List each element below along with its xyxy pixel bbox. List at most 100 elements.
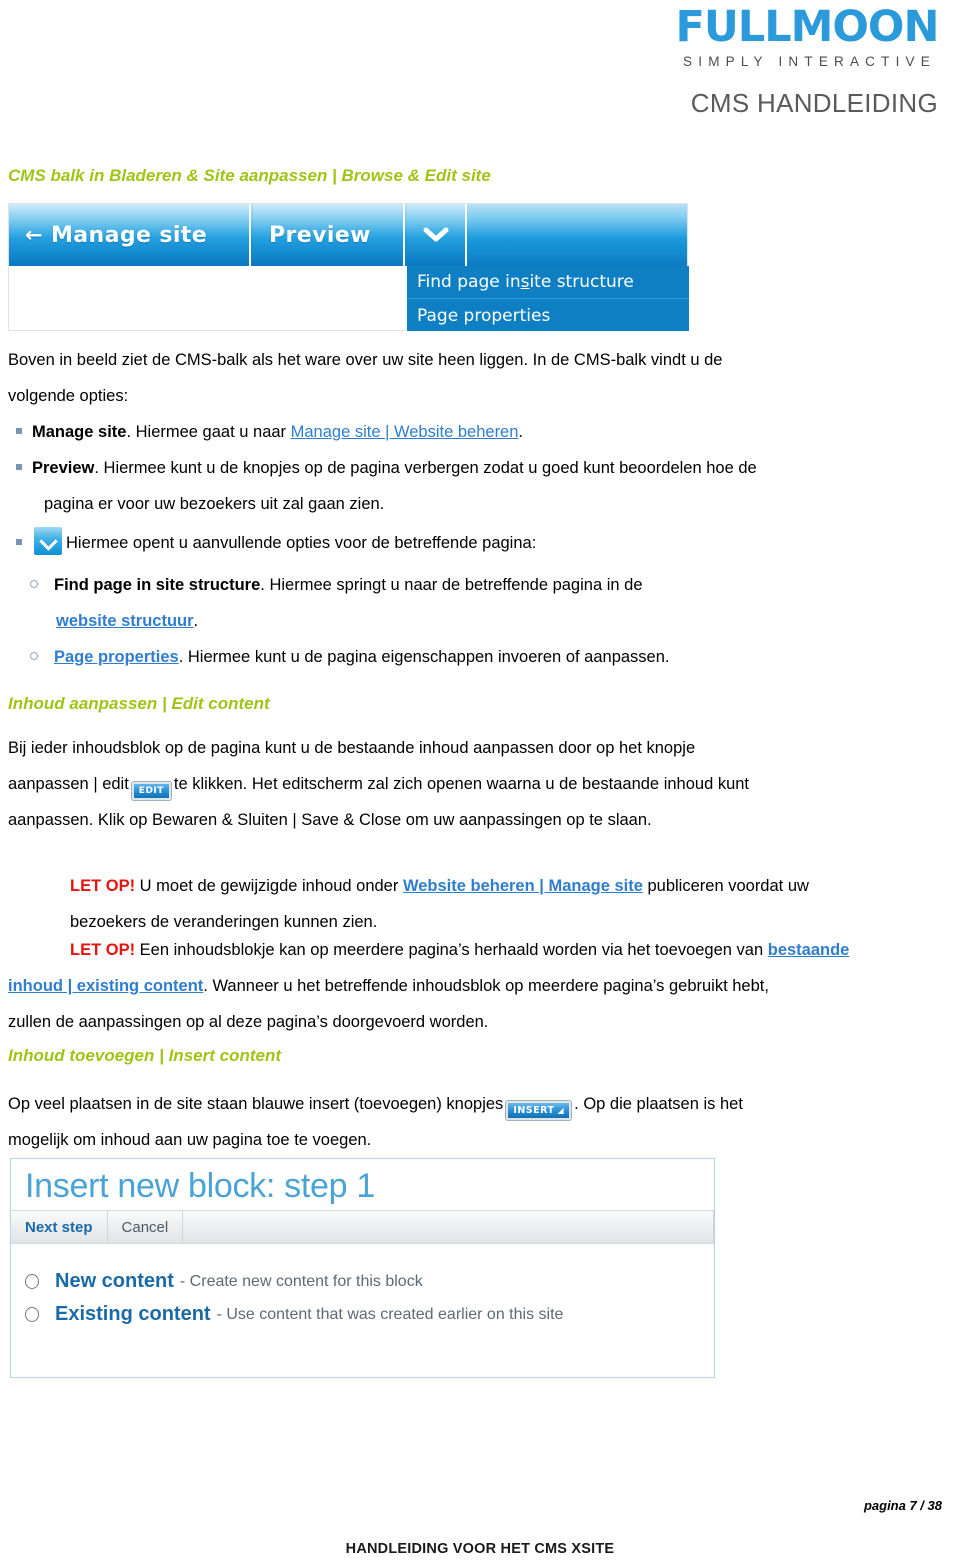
edit-content-line-3: aanpassen. Klik op Bewaren & Sluiten | S… [8,811,652,829]
option-existing-content[interactable]: Existing content - Use content that was … [25,1303,714,1326]
toolbar-filler [183,1211,714,1243]
note-label-let-op: LET OP! [70,877,136,895]
chevron-bullet-text: Hiermee opent u aanvullende opties voor … [66,534,537,552]
cms-toolbar-screenshot: ← Manage site Preview Find page in s ite … [8,203,689,331]
list-item-preview: Preview. Hiermee kunt u de knopjes op de… [8,450,938,522]
insert-button-icon[interactable]: INSERT ◢ [506,1101,572,1120]
note-existing-line-2: inhoud | existing content. Wanneer u het… [8,968,950,1004]
insert-content-paragraph: Op veel plaatsen in de site staan blauwe… [8,1086,938,1158]
note-publish-a: U moet de gewijzigde inhoud onder [135,877,403,895]
note-existing-b: . Wanneer u het betreffende inhoudsblok … [203,977,769,995]
insert-content-line-1: Op veel plaatsen in de site staan blauwe… [8,1086,938,1122]
insert-content-line-1-pre: Op veel plaatsen in de site staan blauwe… [8,1095,504,1113]
edit-content-line-1: Bij ieder inhoudsblok op de pagina kunt … [8,739,696,757]
edit-content-line-2-pre: aanpassen | edit [8,775,129,793]
circle-bullet-icon [30,580,38,588]
bullet-manage-site-tail: . [518,423,524,441]
note-publish-b: publiceren voordat uw [642,877,809,895]
intro-paragraph: Boven in beeld ziet de CMS-balk als het … [8,342,938,414]
note-publish: LET OP! U moet de gewijzigde inhoud onde… [70,868,950,940]
link-website-structuur[interactable]: website structuur [56,612,194,630]
sub-find-page-continuation: website structuur. [54,603,938,639]
back-arrow-icon: ← [25,222,43,247]
manage-site-label: Manage site [51,222,208,248]
note-label-let-op: LET OP! [70,941,136,959]
fullmoon-logo: FULLMOON SIMPLY INTERACTIVE [662,2,952,70]
link-bestaande-inhoud-part2[interactable]: inhoud | existing content [8,977,203,995]
intro-line-1: Boven in beeld ziet de CMS-balk als het … [8,351,723,369]
cms-page-area [9,266,405,330]
bullet-preview-mid: . Hiermee kunt u de knopjes op de pagina… [94,459,757,477]
insert-options-group: New content - Create new content for thi… [11,1244,714,1326]
menu-item-find-page-post: ite structure [529,272,634,292]
toolbar-chevron-down-button[interactable] [407,204,467,266]
option-new-content-label: New content [55,1270,174,1292]
bullet-preview-strong: Preview [32,459,95,477]
preview-button[interactable]: Preview [253,204,405,266]
option-new-content-desc: - Create new content for this block [179,1272,423,1290]
option-new-content[interactable]: New content - Create new content for thi… [25,1270,714,1293]
insert-new-block-screenshot: Insert new block: step 1 Next step Cance… [10,1158,715,1378]
menu-item-page-properties-label: Page properties [417,305,551,326]
sub-find-page-tail: . [193,612,199,630]
page-header: FULLMOON SIMPLY INTERACTIVE CMS HANDLEID… [0,0,960,140]
note-publish-line-1: LET OP! U moet de gewijzigde inhoud onde… [70,868,950,904]
cancel-button[interactable]: Cancel [108,1211,184,1243]
list-item-chevron-options: Hiermee opent u aanvullende opties voor … [8,525,938,561]
sub-page-properties-mid: . Hiermee kunt u de pagina eigenschappen… [178,648,670,666]
page-number: pagina 7 / 38 [863,1498,942,1513]
section-heading-cms-balk: CMS balk in Bladeren & Site aanpassen | … [8,166,491,185]
menu-item-find-page-accesskey: s [520,272,530,292]
section-heading-inhoud-toevoegen: Inhoud toevoegen | Insert content [8,1046,281,1065]
note-existing-line-1: LET OP! Een inhoudsblokje kan op meerder… [70,932,950,968]
bullet-manage-site-mid: . Hiermee gaat u naar [126,423,291,441]
bullet-manage-site-strong: Manage site [32,423,127,441]
link-website-beheren-manage-site[interactable]: Website beheren | Manage site [403,877,643,895]
cms-dropdown-menu: Find page in s ite structure Page propert… [407,266,689,331]
insert-arrow-icon: ◢ [557,1106,565,1115]
edit-content-paragraph: Bij ieder inhoudsblok op de pagina kunt … [8,730,938,838]
insert-dialog-title: Insert new block: step 1 [25,1167,375,1205]
sub-find-page-strong: Find page in site structure [54,576,261,594]
cms-toolbar-row: ← Manage site Preview [9,204,687,266]
suboptions-list: Find page in site structure. Hiermee spr… [8,567,938,675]
option-existing-content-desc: - Use content that was created earlier o… [216,1305,564,1323]
insert-button-label: INSERT [513,1105,555,1116]
insert-content-line-2: mogelijk om inhoud aan uw pagina toe te … [8,1131,372,1149]
next-step-button[interactable]: Next step [11,1211,108,1243]
list-item-manage-site: Manage site. Hiermee gaat u naar Manage … [8,414,938,450]
sub-find-page-mid: . Hiermee springt u naar de betreffende … [260,576,643,594]
note-existing-line-3: zullen de aanpassingen op al deze pagina… [8,1013,489,1031]
edit-content-line-2: aanpassen | edit EDIT te klikken. Het edit… [8,766,938,802]
link-manage-site-website-beheren[interactable]: Manage site | Website beheren [291,423,519,441]
logo-tagline: SIMPLY INTERACTIVE [683,54,936,69]
document-title: CMS HANDLEIDING [690,88,938,118]
square-bullet-icon [16,539,22,545]
menu-item-page-properties[interactable]: Page properties [407,299,689,332]
radio-existing-content-icon[interactable] [25,1307,39,1322]
insert-dialog-toolbar: Next step Cancel [11,1210,714,1244]
option-existing-content-label: Existing content [55,1303,211,1325]
radio-new-content-icon[interactable] [25,1274,39,1289]
chevron-down-icon [423,227,449,242]
circle-bullet-icon [30,652,38,660]
intro-line-2: volgende opties: [8,387,129,405]
square-bullet-icon [16,428,22,434]
logo-wordmark: FULLMOON [675,2,940,52]
edit-button-icon[interactable]: EDIT [131,782,171,800]
chevron-down-square-icon [34,527,62,555]
link-bestaande-inhoud-part1[interactable]: bestaande [768,941,850,959]
preview-label: Preview [269,222,371,248]
edit-content-line-2-post: te klikken. Het editscherm zal zich open… [173,775,750,793]
chevron-bullet-row: Hiermee opent u aanvullende opties voor … [8,525,938,561]
insert-content-line-1-post: . Op die plaatsen is het [574,1095,743,1113]
section-heading-inhoud-aanpassen: Inhoud aanpassen | Edit content [8,694,270,713]
menu-item-find-page[interactable]: Find page in s ite structure [407,266,689,299]
manage-site-button[interactable]: ← Manage site [9,204,251,266]
bullet-preview-continuation: pagina er voor uw bezoekers uit zal gaan… [44,495,385,513]
options-bullet-list: Manage site. Hiermee gaat u naar Manage … [8,414,938,522]
footer-text: HANDLEIDING VOOR HET CMS XSITE [345,1541,615,1557]
link-page-properties[interactable]: Page properties [54,648,179,666]
note-existing-content: LET OP! Een inhoudsblokje kan op meerder… [8,932,950,1040]
square-bullet-icon [16,464,22,470]
